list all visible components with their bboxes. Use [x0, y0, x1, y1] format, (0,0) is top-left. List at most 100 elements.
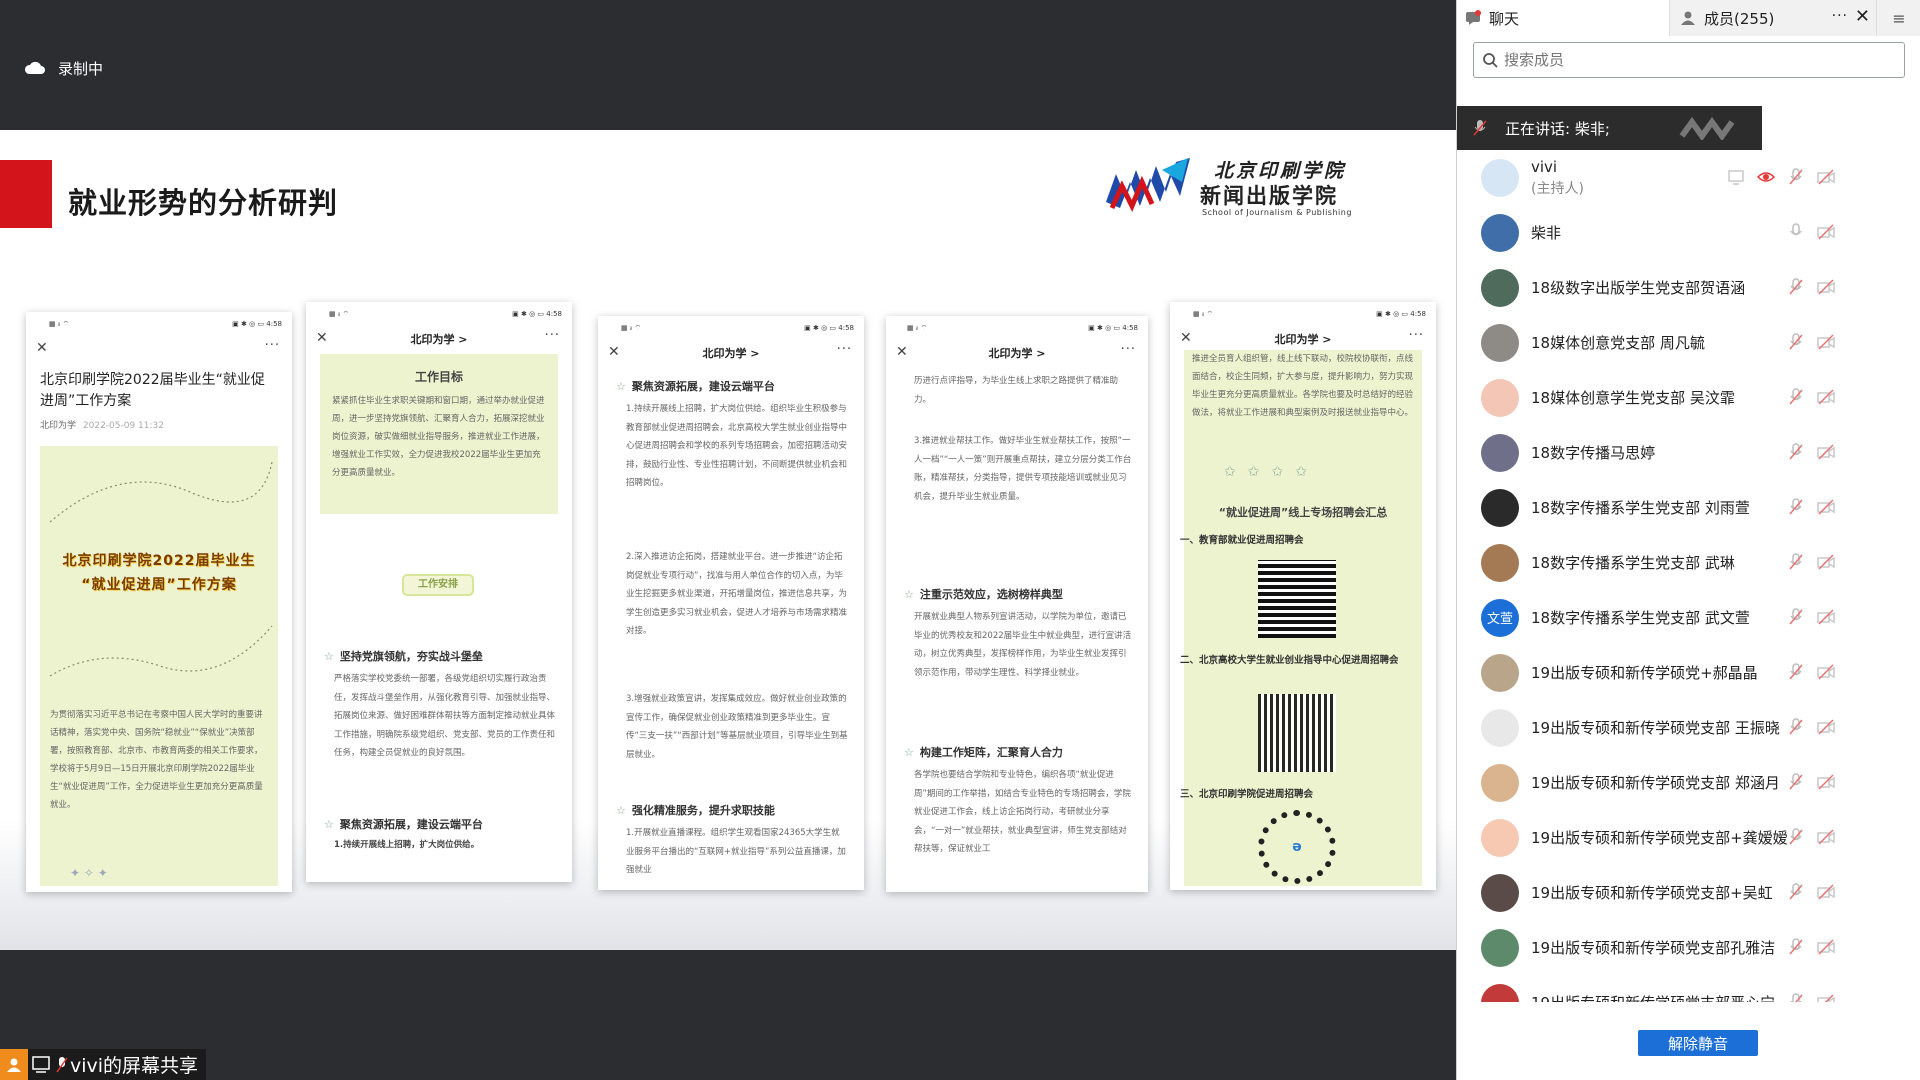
phone-status-bar: ▦ ᵢₗ ⌔ ▣ ✱ ◎ ▭ 4:58 [621, 324, 854, 332]
member-name: 19出版专硕和新传学硕党支部严心宁 [1531, 992, 1775, 1002]
camera-off-icon[interactable] [1817, 773, 1835, 791]
member-row[interactable]: 19出版专硕和新传学硕党支部+吴虹 [1457, 865, 1920, 920]
slide-title: 就业形势的分析研判 [68, 186, 339, 220]
member-search[interactable] [1473, 42, 1905, 78]
member-name: 18媒体创意学生党支部 吴汶霏 [1531, 389, 1735, 407]
avatar [1481, 818, 1519, 857]
avatar [1481, 268, 1519, 307]
avatar [1481, 653, 1519, 692]
mini-program-code: ǝ [1258, 810, 1336, 884]
mic-icon[interactable] [1787, 223, 1805, 241]
phone-status-bar: ▦ ᵢₗ ⌔ ▣ ✱ ◎ ▭ 4:58 [907, 324, 1138, 332]
mic-muted-icon[interactable] [1787, 553, 1805, 571]
member-row[interactable]: 18数字传播马思婷 [1457, 425, 1920, 480]
star-decoration: ✦ ✧ ✦ [70, 866, 108, 880]
section-text-1: 1.持续开展线上招聘，扩大岗位供给。组织毕业生积极参与教育部就业促进周招聘会，北… [626, 404, 848, 488]
camera-off-icon[interactable] [1817, 333, 1835, 351]
mic-muted-icon[interactable] [1787, 993, 1805, 1002]
camera-off-icon[interactable] [1817, 223, 1835, 241]
mic-muted-icon[interactable] [1787, 608, 1805, 626]
cloud-icon [24, 61, 45, 74]
presentation-slide: 就业形势的分析研判 北京印刷学院 新闻出版学院 School of Journa… [0, 130, 1456, 950]
avatar [1481, 213, 1519, 252]
mic-muted-icon[interactable] [1787, 388, 1805, 406]
camera-off-icon[interactable] [1817, 388, 1835, 406]
member-row[interactable]: 柴非 [1457, 205, 1920, 260]
tab-members[interactable]: 成员(255) ··· ✕ [1670, 0, 1876, 36]
goal-box: 工作目标 紧紧抓住毕业生求职关键期和窗口期，通过举办就业促进周，进一步坚持党旗领… [320, 354, 558, 514]
mic-muted-icon[interactable] [1787, 938, 1805, 956]
speaking-indicator: 正在讲话: 柴非; [1457, 106, 1762, 150]
mic-muted-icon[interactable] [1787, 278, 1805, 296]
camera-off-icon[interactable] [1817, 553, 1835, 571]
goal-box-title: 工作目标 [414, 370, 463, 384]
mic-muted-icon[interactable] [1787, 883, 1805, 901]
phone-screenshot-3: ▦ ᵢₗ ⌔ ▣ ✱ ◎ ▭ 4:58 ✕ 北印为学 > ··· ☆ 聚焦资源拓展，… [598, 316, 864, 890]
camera-off-icon[interactable] [1817, 278, 1835, 296]
member-row[interactable]: 18数字传播系学生党支部 刘雨萱 [1457, 480, 1920, 535]
member-row[interactable]: 18数字传播系学生党支部 武琳 [1457, 535, 1920, 590]
phone-nav-bar: ✕ 北印为学 > ··· [306, 328, 572, 350]
member-row[interactable]: 19出版专硕和新传学硕党+郝晶晶 [1457, 645, 1920, 700]
more-options-icon[interactable]: ··· [1832, 8, 1848, 24]
qr-code-2 [1258, 694, 1336, 772]
member-name: vivi (主持人) [1531, 157, 1584, 197]
member-row[interactable]: vivi (主持人) [1457, 150, 1920, 205]
search-input[interactable] [1504, 51, 1884, 69]
menu-icon[interactable]: ≡ [1876, 0, 1920, 36]
mic-muted-icon[interactable] [1787, 333, 1805, 351]
camera-off-icon[interactable] [1817, 663, 1835, 681]
avatar [1481, 158, 1519, 197]
camera-off-icon[interactable] [1817, 938, 1835, 956]
mic-muted-icon[interactable] [1787, 498, 1805, 516]
mic-muted-icon[interactable] [1787, 773, 1805, 791]
camera-off-icon[interactable] [1817, 828, 1835, 846]
member-row[interactable]: 文萱 18数字传播系学生党支部 武文萱 [1457, 590, 1920, 645]
dotted-curve-decoration [49, 461, 273, 523]
avatar [1481, 928, 1519, 967]
avatar [1481, 543, 1519, 582]
phone-status-bar: ▦ ᵢₗ ⌔ ▣ ✱ ◎ ▭ 4:58 [329, 310, 562, 318]
section-text-1: 严格落实学校党委统一部署，各级党组织切实履行政治责任，发挥战斗堡垒作用，从强化教… [334, 674, 556, 758]
member-name: 18级数字出版学生党支部贺语涵 [1531, 279, 1746, 297]
mic-muted-icon[interactable] [1787, 718, 1805, 736]
close-icon[interactable]: ✕ [1855, 6, 1870, 27]
college-logo-mark [1106, 158, 1190, 213]
camera-off-icon[interactable] [1817, 718, 1835, 736]
nav-title: 北印为学 > [1274, 333, 1332, 346]
member-name: 19出版专硕和新传学硕党支部孔雅洁 [1531, 939, 1776, 957]
member-row[interactable]: 19出版专硕和新传学硕党支部严心宁 [1457, 975, 1920, 1002]
camera-off-icon[interactable] [1817, 608, 1835, 626]
member-row[interactable]: 18媒体创意学生党支部 吴汶霏 [1457, 370, 1920, 425]
camera-off-icon[interactable] [1817, 993, 1835, 1002]
mic-muted-icon[interactable] [1787, 168, 1805, 186]
section-text-2: 开展就业典型人物系列宣讲活动，以学院为单位，邀请已毕业的优秀校友和2022届毕业… [914, 612, 1132, 678]
unmute-button[interactable]: 解除静音 [1638, 1030, 1758, 1056]
section-heading-1: ☆ 注重示范效应，选树榜样典型 [904, 588, 1063, 601]
camera-off-icon[interactable] [1817, 443, 1835, 461]
member-row[interactable]: 19出版专硕和新传学硕党支部+龚嫒嫒 [1457, 810, 1920, 865]
close-icon: ✕ [36, 340, 48, 356]
avatar [1481, 763, 1519, 802]
member-name: 18数字传播系学生党支部 刘雨萱 [1531, 499, 1750, 517]
camera-off-icon[interactable] [1817, 498, 1835, 516]
section-text-4: 1.开展就业直播课程。组织学生观看国家24365大学生就业服务平台播出的“互联网… [626, 828, 846, 875]
camera-off-icon[interactable] [1817, 168, 1835, 186]
mic-muted-icon[interactable] [1787, 828, 1805, 846]
recruit-item-2: 二、北京高校大学生就业创业指导中心促进周招聘会 [1180, 655, 1399, 666]
sidebar-tabs: 聊天 成员(255) ··· ✕ ≡ [1457, 0, 1920, 36]
avatar [1481, 873, 1519, 912]
member-row[interactable]: 19出版专硕和新传学硕党支部 郑涵月 [1457, 755, 1920, 810]
member-row[interactable]: 18级数字出版学生党支部贺语涵 [1457, 260, 1920, 315]
mic-muted-icon[interactable] [1787, 443, 1805, 461]
mic-muted-icon [56, 1056, 68, 1072]
tab-chat[interactable]: 聊天 [1457, 0, 1670, 36]
member-name: 18数字传播系学生党支部 武琳 [1531, 554, 1735, 572]
member-name: 19出版专硕和新传学硕党支部 郑涵月 [1531, 774, 1780, 792]
mic-muted-icon[interactable] [1787, 663, 1805, 681]
member-row[interactable]: 18媒体创意党支部 周凡毓 [1457, 315, 1920, 370]
member-row[interactable]: 19出版专硕和新传学硕党支部孔雅洁 [1457, 920, 1920, 975]
member-row[interactable]: 19出版专硕和新传学硕党支部 王振晓 [1457, 700, 1920, 755]
avatar [1481, 983, 1519, 1002]
camera-off-icon[interactable] [1817, 883, 1835, 901]
